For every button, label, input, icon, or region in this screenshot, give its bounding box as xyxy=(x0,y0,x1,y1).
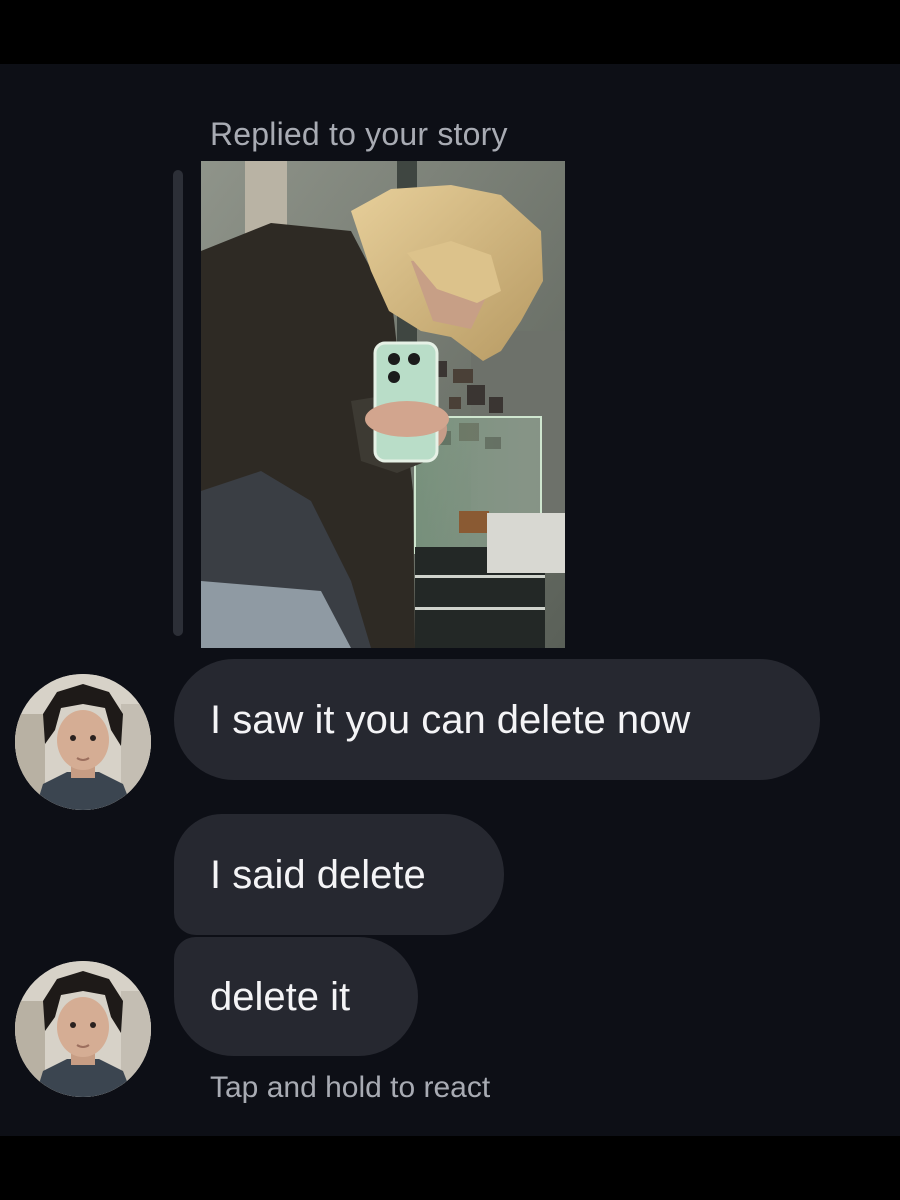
story-reply-label: Replied to your story xyxy=(210,116,508,152)
message-bubble[interactable]: I said delete xyxy=(174,814,504,935)
story-thumbnail[interactable] xyxy=(201,161,565,648)
avatar-photo xyxy=(15,961,151,1097)
sender-avatar[interactable] xyxy=(15,961,151,1097)
react-hint: Tap and hold to react xyxy=(210,1071,491,1104)
dm-screen: Replied to your story I saw it you can d… xyxy=(0,0,900,1200)
message-text: I saw it you can delete now xyxy=(210,697,691,742)
reply-indicator-bar xyxy=(173,170,183,636)
message-text: I said delete xyxy=(210,852,426,897)
sender-avatar[interactable] xyxy=(15,674,151,810)
message-bubble[interactable]: I saw it you can delete now xyxy=(174,659,820,780)
message-text: delete it xyxy=(210,974,351,1019)
message-bubble[interactable]: delete it xyxy=(174,937,418,1056)
avatar-photo xyxy=(15,674,151,810)
chat-thread: Replied to your story I saw it you can d… xyxy=(0,64,900,1136)
story-photo xyxy=(201,161,565,648)
